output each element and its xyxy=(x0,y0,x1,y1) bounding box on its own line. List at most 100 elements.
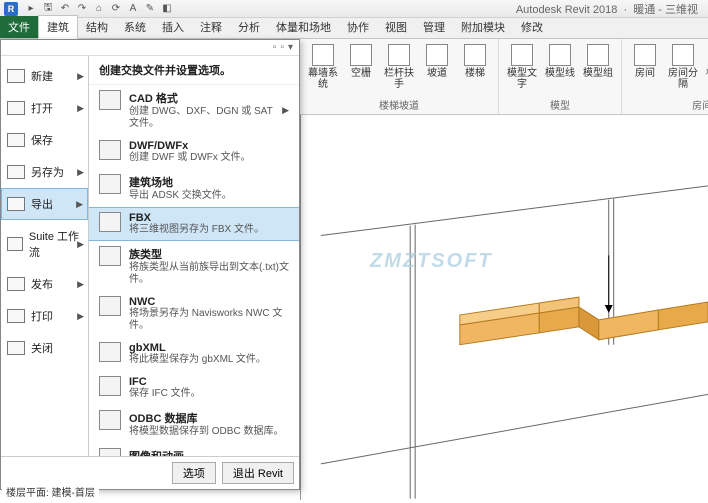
export-item-gbxml[interactable]: gbXML将此模型保存为 gbXML 文件。 xyxy=(89,337,299,371)
export-item-desc: 创建 DWG、DXF、DGN 或 SAT 文件。 xyxy=(129,106,274,130)
export-format-icon xyxy=(99,174,121,194)
file-menu-item-2[interactable]: 保存 xyxy=(1,124,88,156)
file-menu-submenu: 创建交换文件并设置选项。 CAD 格式创建 DWG、DXF、DGN 或 SAT … xyxy=(89,56,299,456)
qat-measure-icon[interactable]: ✎ xyxy=(143,2,157,16)
export-item-title: DWF/DWFx xyxy=(129,140,289,152)
export-item-desc: 将场景另存为 Navisworks NWC 文件。 xyxy=(129,308,289,332)
file-menu-item-4[interactable]: 导出▶ xyxy=(1,188,88,220)
model-line-icon xyxy=(549,44,571,66)
dropdown-icon[interactable]: ▾ xyxy=(288,42,293,53)
export-item-title: ODBC 数据库 xyxy=(129,410,289,426)
export-format-icon xyxy=(99,90,121,110)
btn-stair[interactable]: 楼梯 xyxy=(458,41,492,79)
export-item-nwc[interactable]: NWC将场景另存为 Navisworks NWC 文件。 xyxy=(89,291,299,337)
export-item-title: 建筑场地 xyxy=(129,174,289,190)
btn-model-group[interactable]: 模型组 xyxy=(581,41,615,79)
export-item-title: 族类型 xyxy=(129,246,289,262)
export-item--[interactable]: 图像和动画保存动画或图像文件。▶ xyxy=(89,443,299,456)
file-item-icon xyxy=(7,341,25,355)
btn-model-line[interactable]: 模型线 xyxy=(543,41,577,79)
file-item-icon xyxy=(7,165,25,179)
tab-annotate[interactable]: 注释 xyxy=(192,16,230,38)
export-item-fbx[interactable]: FBX将三维视图另存为 FBX 文件。 xyxy=(89,207,299,241)
qat-undo-icon[interactable]: ↶ xyxy=(58,2,72,16)
file-item-icon xyxy=(7,197,25,211)
tab-collaborate[interactable]: 协作 xyxy=(339,16,377,38)
btn-ramp[interactable]: 坡道 xyxy=(420,41,454,79)
tab-addins[interactable]: 附加模块 xyxy=(453,16,513,38)
export-item-desc: 保存 IFC 文件。 xyxy=(129,388,289,400)
file-item-label: 打开 xyxy=(31,100,53,116)
btn-room[interactable]: 房间 xyxy=(628,41,662,79)
status-bar: 楼层平面: 建模-首层 xyxy=(2,483,99,500)
recent-docs-icon-2[interactable]: ▫ xyxy=(280,42,284,53)
export-format-icon xyxy=(99,448,121,456)
file-item-label: 打印 xyxy=(31,308,53,324)
file-item-label: 新建 xyxy=(31,68,53,84)
chevron-right-icon: ▶ xyxy=(77,311,84,322)
options-button[interactable]: 选项 xyxy=(172,462,216,484)
file-menu-item-5[interactable]: Suite 工作流▶ xyxy=(1,220,88,268)
3d-viewport[interactable] xyxy=(300,115,708,500)
export-item-cad-[interactable]: CAD 格式创建 DWG、DXF、DGN 或 SAT 文件。▶ xyxy=(89,85,299,135)
qat-text-icon[interactable]: A xyxy=(126,2,140,16)
tab-architecture[interactable]: 建筑 xyxy=(38,15,78,39)
file-menu-item-1[interactable]: 打开 ▶ xyxy=(1,92,88,124)
qat-3d-icon[interactable]: ◧ xyxy=(160,2,174,16)
file-menu-item-3[interactable]: 另存为▶ xyxy=(1,156,88,188)
export-item-title: 图像和动画 xyxy=(129,448,274,456)
btn-room-sep[interactable]: 房间分隔 xyxy=(666,41,700,90)
export-item-ifc[interactable]: IFC保存 IFC 文件。 xyxy=(89,371,299,405)
file-menu-item-8[interactable]: 关闭 xyxy=(1,332,88,364)
app-title: Autodesk Revit 2018 · 暖通 - 三维视 xyxy=(516,1,704,17)
ribbon-tabs: 文件 建筑 结构 系统 插入 注释 分析 体量和场地 协作 视图 管理 附加模块… xyxy=(0,18,708,39)
exit-revit-button[interactable]: 退出 Revit xyxy=(222,462,294,484)
room-sep-icon xyxy=(672,44,694,66)
export-item--[interactable]: 建筑场地导出 ADSK 交换文件。 xyxy=(89,169,299,207)
file-item-label: 另存为 xyxy=(31,164,64,180)
file-menu-toolbar: ▫ ▫ ▾ xyxy=(1,40,299,56)
export-format-icon xyxy=(99,140,121,160)
qat-open-icon[interactable]: ▸ xyxy=(24,2,38,16)
tab-modify[interactable]: 修改 xyxy=(513,16,551,38)
btn-railing[interactable]: 栏杆扶手 xyxy=(382,41,416,90)
recent-docs-icon[interactable]: ▫ xyxy=(273,42,277,53)
qat-save-icon[interactable]: 🖫 xyxy=(41,2,55,16)
export-format-icon xyxy=(99,410,121,430)
export-item-title: NWC xyxy=(129,296,289,308)
file-item-label: 保存 xyxy=(31,132,53,148)
tab-manage[interactable]: 管理 xyxy=(415,16,453,38)
export-item-desc: 将族类型从当前族导出到文本(.txt)文件。 xyxy=(129,262,289,286)
qat-redo-icon[interactable]: ↷ xyxy=(75,2,89,16)
file-item-icon xyxy=(7,277,25,291)
tab-file[interactable]: 文件 xyxy=(0,16,38,38)
qat-sync-icon[interactable]: ⟳ xyxy=(109,2,123,16)
tab-view[interactable]: 视图 xyxy=(377,16,415,38)
export-item-odbc-[interactable]: ODBC 数据库将模型数据保存到 ODBC 数据库。 xyxy=(89,405,299,443)
file-item-label: 导出 xyxy=(31,196,53,212)
model-text-icon xyxy=(511,44,533,66)
btn-model-text[interactable]: 模型文字 xyxy=(505,41,539,90)
file-item-icon xyxy=(7,69,25,83)
btn-mullion[interactable]: 空栅 xyxy=(344,41,378,79)
qat-home-icon[interactable]: ⌂ xyxy=(92,2,106,16)
export-item--[interactable]: 族类型将族类型从当前族导出到文本(.txt)文件。 xyxy=(89,241,299,291)
file-menu-item-6[interactable]: 发布▶ xyxy=(1,268,88,300)
export-format-icon xyxy=(99,376,121,396)
export-format-icon xyxy=(99,212,121,232)
btn-curtain-system[interactable]: 幕墙系统 xyxy=(306,41,340,90)
tab-analyze[interactable]: 分析 xyxy=(230,16,268,38)
btn-tag-room[interactable]: 标记房间 xyxy=(704,41,708,90)
export-item-dwf-dwfx[interactable]: DWF/DWFx创建 DWF 或 DWFx 文件。 xyxy=(89,135,299,169)
chevron-right-icon: ▶ xyxy=(77,103,84,114)
export-item-desc: 创建 DWF 或 DWFx 文件。 xyxy=(129,152,289,164)
tab-structure[interactable]: 结构 xyxy=(78,16,116,38)
tab-insert[interactable]: 插入 xyxy=(154,16,192,38)
file-menu-item-7[interactable]: 打印 ▶ xyxy=(1,300,88,332)
export-item-title: gbXML xyxy=(129,342,289,354)
export-format-icon xyxy=(99,296,121,316)
tab-systems[interactable]: 系统 xyxy=(116,16,154,38)
file-item-icon xyxy=(7,309,25,323)
tab-massing[interactable]: 体量和场地 xyxy=(268,16,339,38)
file-menu-item-0[interactable]: 新建▶ xyxy=(1,60,88,92)
